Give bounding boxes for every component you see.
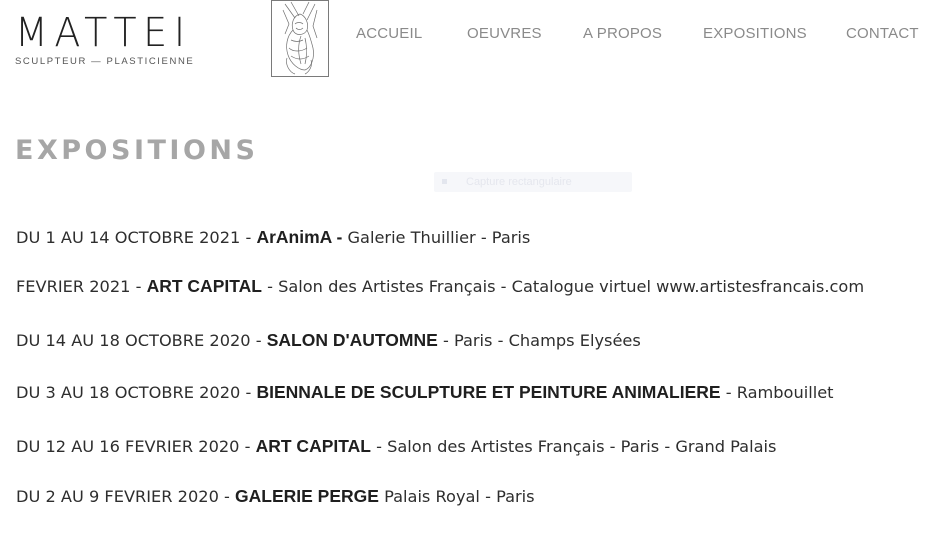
nav-item-a-propos[interactable]: A PROPOS [583, 25, 662, 42]
expo-date: DU 3 AU 18 OCTOBRE 2020 - [16, 383, 257, 402]
nav-item-oeuvres[interactable]: OEUVRES [467, 25, 542, 42]
expo-details: Galerie Thuillier - Paris [342, 228, 531, 247]
expo-details: - Paris - Champs Elysées [437, 331, 641, 350]
expo-details: - Salon des Artistes Français - Catalogu… [261, 277, 865, 296]
nav-item-accueil[interactable]: ACCUEIL [356, 25, 422, 42]
expo-name: ART CAPITAL [255, 436, 371, 456]
expo-details: - Rambouillet [720, 383, 834, 402]
brand-tagline: SCULPTEUR — PLASTICIENNE [15, 56, 195, 67]
list-item: DU 12 AU 16 FEVRIER 2020 - ART CAPITAL -… [16, 436, 776, 457]
expo-name: ART CAPITAL [146, 276, 262, 296]
capture-tooltip-label: Capture rectangulaire [466, 176, 572, 188]
list-item: DU 1 AU 14 OCTOBRE 2021 - ArAnimA - Gale… [16, 227, 530, 248]
expo-date: DU 12 AU 16 FEVRIER 2020 - [16, 437, 256, 456]
expo-details: - Salon des Artistes Français - Paris - … [370, 437, 777, 456]
nav-item-contact[interactable]: CONTACT [846, 25, 919, 42]
capture-tooltip: Capture rectangulaire [434, 172, 632, 192]
expo-name: GALERIE PERGE [235, 486, 379, 506]
expo-name: SALON D'AUTOMNE [266, 330, 438, 350]
capture-icon [442, 179, 447, 184]
expo-name: BIENNALE DE SCULPTURE ET PEINTURE ANIMAL… [256, 382, 721, 402]
page-title: EXPOSITIONS [15, 135, 259, 166]
list-item: DU 2 AU 9 FEVRIER 2020 - GALERIE PERGE P… [16, 486, 535, 507]
main-nav: ACCUEIL OEUVRES A PROPOS EXPOSITIONS CON… [0, 25, 926, 45]
nav-item-expositions[interactable]: EXPOSITIONS [703, 25, 807, 42]
expo-date: DU 14 AU 18 OCTOBRE 2020 - [16, 331, 267, 350]
list-item: DU 3 AU 18 OCTOBRE 2020 - BIENNALE DE SC… [16, 382, 834, 403]
list-item: DU 14 AU 18 OCTOBRE 2020 - SALON D'AUTOM… [16, 330, 641, 351]
expo-name: ArAnimA - [256, 227, 343, 247]
expo-date: DU 1 AU 14 OCTOBRE 2021 - [16, 228, 257, 247]
expo-date: FEVRIER 2021 - [16, 277, 147, 296]
expo-date: DU 2 AU 9 FEVRIER 2020 - [16, 487, 235, 506]
list-item: FEVRIER 2021 - ART CAPITAL - Salon des A… [16, 276, 864, 297]
expo-details: Palais Royal - Paris [378, 487, 535, 506]
